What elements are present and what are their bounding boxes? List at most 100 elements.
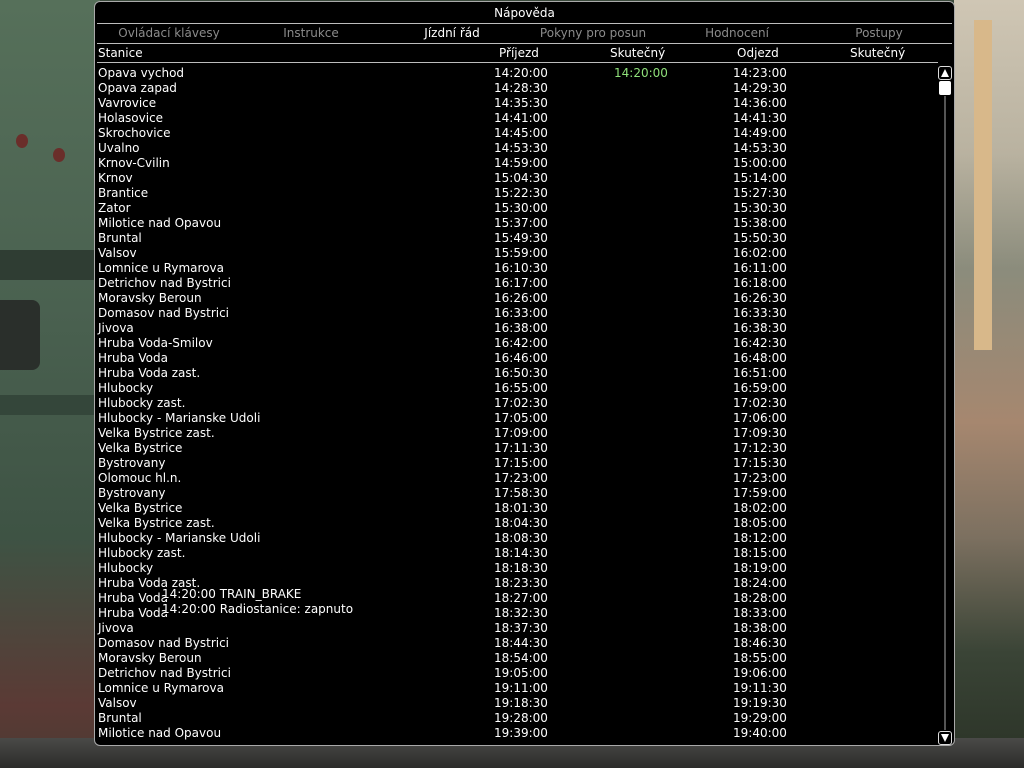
scroll-track[interactable] (944, 96, 946, 730)
tab-procedures[interactable]: Postupy (855, 26, 902, 40)
departure-cell: 18:02:00 (733, 501, 787, 515)
station-cell: Velka Bystrice zast. (98, 516, 215, 530)
scroll-thumb[interactable] (939, 81, 951, 95)
table-row: Milotice nad Opavou 15:37:00 15:38:00 (95, 216, 936, 231)
table-row: Domasov nad Bystrici 16:33:00 16:33:30 (95, 306, 936, 321)
departure-cell: 16:51:00 (733, 366, 787, 380)
arrival-cell: 18:01:30 (494, 501, 548, 515)
table-row: Velka Bystrice 17:11:30 17:12:30 (95, 441, 936, 456)
tab-bar: Ovládací klávesy Instrukce Jízdní řád Po… (95, 26, 954, 42)
tab-evaluation[interactable]: Hodnocení (705, 26, 769, 40)
table-row: Bruntal 15:49:30 15:50:30 (95, 231, 936, 246)
station-cell: Valsov (98, 696, 137, 710)
station-cell: Hlubocky - Marianske Udoli (98, 531, 261, 545)
tab-instructions[interactable]: Instrukce (283, 26, 339, 40)
table-row: Brantice 15:22:30 15:27:30 (95, 186, 936, 201)
timetable-list: Opava vychod 14:20:00 14:20:00 14:23:00 Opav… (95, 66, 936, 744)
table-row: Hlubocky - Marianske Udoli 18:08:30 18:12:… (95, 531, 936, 546)
arrival-cell: 18:54:00 (494, 651, 548, 665)
departure-cell: 17:15:30 (733, 456, 787, 470)
arrival-cell: 19:05:00 (494, 666, 548, 680)
departure-cell: 16:59:00 (733, 381, 787, 395)
station-cell: Bystrovany (98, 456, 166, 470)
arrival-cell: 16:33:00 (494, 306, 548, 320)
tab-timetable[interactable]: Jízdní řád (424, 26, 479, 40)
station-cell: Holasovice (98, 111, 164, 125)
tab-control-keys[interactable]: Ovládací klávesy (118, 26, 219, 40)
station-cell: Hruba Voda (98, 606, 168, 620)
scroll-down-arrow-icon[interactable] (938, 731, 952, 745)
departure-cell: 18:12:00 (733, 531, 787, 545)
departure-cell: 14:41:30 (733, 111, 787, 125)
platform-post (974, 20, 992, 350)
arrival-cell: 18:44:30 (494, 636, 548, 650)
tab-shunting-instructions[interactable]: Pokyny pro posun (540, 26, 646, 40)
table-row: Hlubocky zast. 18:14:30 18:15:00 (95, 546, 936, 561)
table-row: Hlubocky 18:18:30 18:19:00 (95, 561, 936, 576)
departure-cell: 16:33:30 (733, 306, 787, 320)
divider (97, 43, 952, 44)
departure-cell: 14:29:30 (733, 81, 787, 95)
station-cell: Hlubocky zast. (98, 396, 186, 410)
departure-cell: 19:29:00 (733, 711, 787, 725)
station-cell: Lomnice u Rymarova (98, 681, 224, 695)
departure-cell: 15:14:00 (733, 171, 787, 185)
arrival-cell: 16:38:00 (494, 321, 548, 335)
table-row: Bruntal 19:28:00 19:29:00 (95, 711, 936, 726)
station-cell: Bruntal (98, 231, 142, 245)
departure-cell: 14:23:00 (733, 66, 787, 80)
arrival-cell: 14:20:00 (494, 66, 548, 80)
station-cell: Detrichov nad Bystrici (98, 666, 231, 680)
station-cell: Jivova (98, 321, 134, 335)
station-cell: Opava vychod (98, 66, 185, 80)
scroll-up-arrow-icon[interactable] (938, 66, 952, 80)
departure-cell: 19:06:00 (733, 666, 787, 680)
table-row: Jivova 18:37:30 18:38:00 (95, 621, 936, 636)
table-row: Velka Bystrice zast. 18:04:30 18:05:00 (95, 516, 936, 531)
station-cell: Hlubocky zast. (98, 546, 186, 560)
station-cell: Hlubocky (98, 561, 154, 575)
departure-cell: 15:27:30 (733, 186, 787, 200)
station-cell: Hruba Voda-Smilov (98, 336, 213, 350)
arrival-cell: 17:58:30 (494, 486, 548, 500)
station-cell: Velka Bystrice (98, 441, 183, 455)
departure-cell: 18:46:30 (733, 636, 787, 650)
arrival-cell: 16:42:00 (494, 336, 548, 350)
table-row: Bystrovany 17:15:00 17:15:30 (95, 456, 936, 471)
departure-cell: 16:11:00 (733, 261, 787, 275)
arrival-cell: 15:49:30 (494, 231, 548, 245)
station-cell: Moravsky Beroun (98, 651, 202, 665)
station-cell: Skrochovice (98, 126, 171, 140)
arrival-cell: 18:18:30 (494, 561, 548, 575)
arrival-cell: 19:28:00 (494, 711, 548, 725)
station-cell: Opava zapad (98, 81, 177, 95)
table-row: Hruba Voda zast. 16:50:30 16:51:00 (95, 366, 936, 381)
arrival-cell: 18:37:30 (494, 621, 548, 635)
arrival-cell: 16:26:00 (494, 291, 548, 305)
station-cell: Krnov-Cvilin (98, 156, 170, 170)
station-cell: Hlubocky (98, 381, 154, 395)
table-row: Vavrovice 14:35:30 14:36:00 (95, 96, 936, 111)
station-cell: Domasov nad Bystrici (98, 636, 230, 650)
table-row: Lomnice u Rymarova 16:10:30 16:11:00 (95, 261, 936, 276)
cab-rivet (53, 148, 65, 162)
arrival-cell: 15:59:00 (494, 246, 548, 260)
arrival-cell: 18:14:30 (494, 546, 548, 560)
arrival-cell: 15:30:00 (494, 201, 548, 215)
arrival-cell: 16:46:00 (494, 351, 548, 365)
arrival-cell: 18:04:30 (494, 516, 548, 530)
divider (97, 23, 952, 24)
table-row: Zator 15:30:00 15:30:30 (95, 201, 936, 216)
departure-cell: 18:55:00 (733, 651, 787, 665)
table-header: Stanice Příjezd Skutečný Odjezd Skutečný (95, 46, 954, 62)
cab-switch (0, 300, 40, 370)
scrollbar[interactable] (938, 66, 952, 745)
help-window: Nápověda Ovládací klávesy Instrukce Jízd… (94, 1, 955, 746)
arrival-cell: 16:50:30 (494, 366, 548, 380)
arrival-cell: 14:28:30 (494, 81, 548, 95)
station-cell: Moravsky Beroun (98, 291, 202, 305)
arrival-cell: 14:45:00 (494, 126, 548, 140)
departure-cell: 16:38:30 (733, 321, 787, 335)
cab-rivet (16, 134, 28, 148)
arrival-cell: 19:18:30 (494, 696, 548, 710)
